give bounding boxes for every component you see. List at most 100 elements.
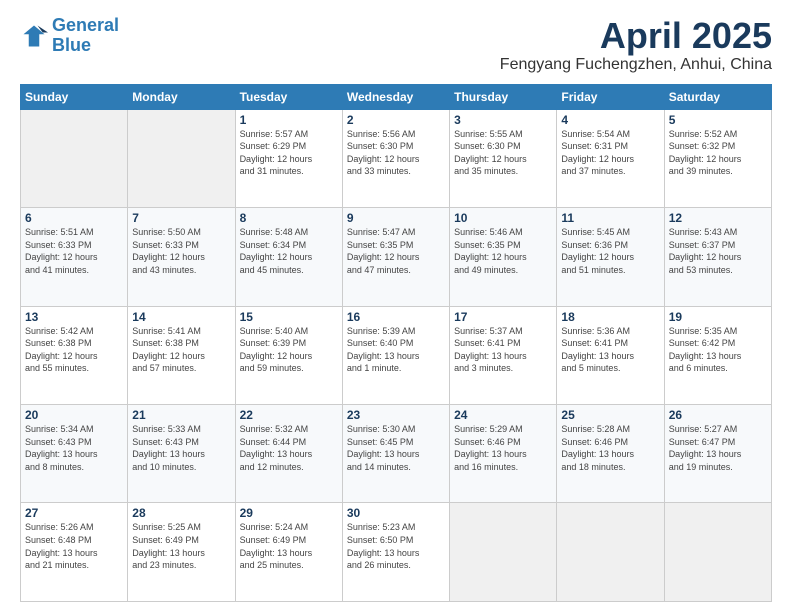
day-number: 4 (561, 113, 659, 127)
cell-info: Sunrise: 5:40 AM Sunset: 6:39 PM Dayligh… (240, 325, 338, 375)
calendar-cell: 6Sunrise: 5:51 AM Sunset: 6:33 PM Daylig… (21, 208, 128, 306)
cell-info: Sunrise: 5:42 AM Sunset: 6:38 PM Dayligh… (25, 325, 123, 375)
calendar-cell: 23Sunrise: 5:30 AM Sunset: 6:45 PM Dayli… (342, 405, 449, 503)
cell-info: Sunrise: 5:50 AM Sunset: 6:33 PM Dayligh… (132, 226, 230, 276)
cell-info: Sunrise: 5:56 AM Sunset: 6:30 PM Dayligh… (347, 128, 445, 178)
calendar-cell (664, 503, 771, 602)
col-friday: Friday (557, 84, 664, 109)
calendar-cell: 8Sunrise: 5:48 AM Sunset: 6:34 PM Daylig… (235, 208, 342, 306)
logo-text: General Blue (52, 16, 119, 56)
day-number: 13 (25, 310, 123, 324)
col-wednesday: Wednesday (342, 84, 449, 109)
calendar-cell: 7Sunrise: 5:50 AM Sunset: 6:33 PM Daylig… (128, 208, 235, 306)
day-number: 29 (240, 506, 338, 520)
cell-info: Sunrise: 5:28 AM Sunset: 6:46 PM Dayligh… (561, 423, 659, 473)
cell-info: Sunrise: 5:26 AM Sunset: 6:48 PM Dayligh… (25, 521, 123, 571)
calendar-cell: 2Sunrise: 5:56 AM Sunset: 6:30 PM Daylig… (342, 109, 449, 207)
calendar-cell: 3Sunrise: 5:55 AM Sunset: 6:30 PM Daylig… (450, 109, 557, 207)
cell-info: Sunrise: 5:52 AM Sunset: 6:32 PM Dayligh… (669, 128, 767, 178)
calendar-cell: 14Sunrise: 5:41 AM Sunset: 6:38 PM Dayli… (128, 306, 235, 404)
day-number: 15 (240, 310, 338, 324)
calendar-cell: 16Sunrise: 5:39 AM Sunset: 6:40 PM Dayli… (342, 306, 449, 404)
day-number: 17 (454, 310, 552, 324)
cell-info: Sunrise: 5:33 AM Sunset: 6:43 PM Dayligh… (132, 423, 230, 473)
calendar-body: 1Sunrise: 5:57 AM Sunset: 6:29 PM Daylig… (21, 109, 772, 601)
calendar-cell: 21Sunrise: 5:33 AM Sunset: 6:43 PM Dayli… (128, 405, 235, 503)
calendar-cell (21, 109, 128, 207)
day-number: 9 (347, 211, 445, 225)
calendar-cell (128, 109, 235, 207)
cell-info: Sunrise: 5:27 AM Sunset: 6:47 PM Dayligh… (669, 423, 767, 473)
day-number: 14 (132, 310, 230, 324)
cell-info: Sunrise: 5:46 AM Sunset: 6:35 PM Dayligh… (454, 226, 552, 276)
cell-info: Sunrise: 5:32 AM Sunset: 6:44 PM Dayligh… (240, 423, 338, 473)
calendar-week-4: 20Sunrise: 5:34 AM Sunset: 6:43 PM Dayli… (21, 405, 772, 503)
day-number: 10 (454, 211, 552, 225)
cell-info: Sunrise: 5:43 AM Sunset: 6:37 PM Dayligh… (669, 226, 767, 276)
calendar-header: Sunday Monday Tuesday Wednesday Thursday… (21, 84, 772, 109)
col-monday: Monday (128, 84, 235, 109)
cell-info: Sunrise: 5:35 AM Sunset: 6:42 PM Dayligh… (669, 325, 767, 375)
cell-info: Sunrise: 5:48 AM Sunset: 6:34 PM Dayligh… (240, 226, 338, 276)
logo-general: General (52, 15, 119, 35)
calendar-week-3: 13Sunrise: 5:42 AM Sunset: 6:38 PM Dayli… (21, 306, 772, 404)
calendar-cell: 24Sunrise: 5:29 AM Sunset: 6:46 PM Dayli… (450, 405, 557, 503)
day-number: 27 (25, 506, 123, 520)
day-number: 1 (240, 113, 338, 127)
calendar-cell: 11Sunrise: 5:45 AM Sunset: 6:36 PM Dayli… (557, 208, 664, 306)
logo-blue: Blue (52, 35, 91, 55)
calendar-cell: 4Sunrise: 5:54 AM Sunset: 6:31 PM Daylig… (557, 109, 664, 207)
calendar-week-2: 6Sunrise: 5:51 AM Sunset: 6:33 PM Daylig… (21, 208, 772, 306)
calendar-cell: 15Sunrise: 5:40 AM Sunset: 6:39 PM Dayli… (235, 306, 342, 404)
header-row: Sunday Monday Tuesday Wednesday Thursday… (21, 84, 772, 109)
calendar-cell: 9Sunrise: 5:47 AM Sunset: 6:35 PM Daylig… (342, 208, 449, 306)
calendar-cell: 25Sunrise: 5:28 AM Sunset: 6:46 PM Dayli… (557, 405, 664, 503)
day-number: 30 (347, 506, 445, 520)
calendar-cell: 29Sunrise: 5:24 AM Sunset: 6:49 PM Dayli… (235, 503, 342, 602)
logo: General Blue (20, 16, 119, 56)
cell-info: Sunrise: 5:37 AM Sunset: 6:41 PM Dayligh… (454, 325, 552, 375)
cell-info: Sunrise: 5:51 AM Sunset: 6:33 PM Dayligh… (25, 226, 123, 276)
col-thursday: Thursday (450, 84, 557, 109)
col-sunday: Sunday (21, 84, 128, 109)
cell-info: Sunrise: 5:30 AM Sunset: 6:45 PM Dayligh… (347, 423, 445, 473)
calendar-cell: 19Sunrise: 5:35 AM Sunset: 6:42 PM Dayli… (664, 306, 771, 404)
day-number: 24 (454, 408, 552, 422)
cell-info: Sunrise: 5:55 AM Sunset: 6:30 PM Dayligh… (454, 128, 552, 178)
day-number: 20 (25, 408, 123, 422)
day-number: 22 (240, 408, 338, 422)
calendar-cell: 1Sunrise: 5:57 AM Sunset: 6:29 PM Daylig… (235, 109, 342, 207)
calendar-table: Sunday Monday Tuesday Wednesday Thursday… (20, 84, 772, 602)
calendar-cell: 27Sunrise: 5:26 AM Sunset: 6:48 PM Dayli… (21, 503, 128, 602)
cell-info: Sunrise: 5:29 AM Sunset: 6:46 PM Dayligh… (454, 423, 552, 473)
cell-info: Sunrise: 5:36 AM Sunset: 6:41 PM Dayligh… (561, 325, 659, 375)
col-tuesday: Tuesday (235, 84, 342, 109)
day-number: 26 (669, 408, 767, 422)
header: General Blue April 2025 Fengyang Fucheng… (20, 16, 772, 74)
calendar-cell: 30Sunrise: 5:23 AM Sunset: 6:50 PM Dayli… (342, 503, 449, 602)
day-number: 18 (561, 310, 659, 324)
calendar-cell: 13Sunrise: 5:42 AM Sunset: 6:38 PM Dayli… (21, 306, 128, 404)
day-number: 11 (561, 211, 659, 225)
cell-info: Sunrise: 5:24 AM Sunset: 6:49 PM Dayligh… (240, 521, 338, 571)
calendar-cell: 12Sunrise: 5:43 AM Sunset: 6:37 PM Dayli… (664, 208, 771, 306)
cell-info: Sunrise: 5:54 AM Sunset: 6:31 PM Dayligh… (561, 128, 659, 178)
day-number: 3 (454, 113, 552, 127)
calendar-cell: 5Sunrise: 5:52 AM Sunset: 6:32 PM Daylig… (664, 109, 771, 207)
day-number: 21 (132, 408, 230, 422)
calendar-cell: 22Sunrise: 5:32 AM Sunset: 6:44 PM Dayli… (235, 405, 342, 503)
calendar-cell: 10Sunrise: 5:46 AM Sunset: 6:35 PM Dayli… (450, 208, 557, 306)
logo-icon (20, 22, 48, 50)
day-number: 12 (669, 211, 767, 225)
day-number: 8 (240, 211, 338, 225)
calendar-cell: 26Sunrise: 5:27 AM Sunset: 6:47 PM Dayli… (664, 405, 771, 503)
day-number: 16 (347, 310, 445, 324)
day-number: 5 (669, 113, 767, 127)
cell-info: Sunrise: 5:34 AM Sunset: 6:43 PM Dayligh… (25, 423, 123, 473)
cell-info: Sunrise: 5:23 AM Sunset: 6:50 PM Dayligh… (347, 521, 445, 571)
cell-info: Sunrise: 5:45 AM Sunset: 6:36 PM Dayligh… (561, 226, 659, 276)
day-number: 7 (132, 211, 230, 225)
day-number: 19 (669, 310, 767, 324)
calendar-week-5: 27Sunrise: 5:26 AM Sunset: 6:48 PM Dayli… (21, 503, 772, 602)
title-block: April 2025 Fengyang Fuchengzhen, Anhui, … (500, 16, 772, 74)
